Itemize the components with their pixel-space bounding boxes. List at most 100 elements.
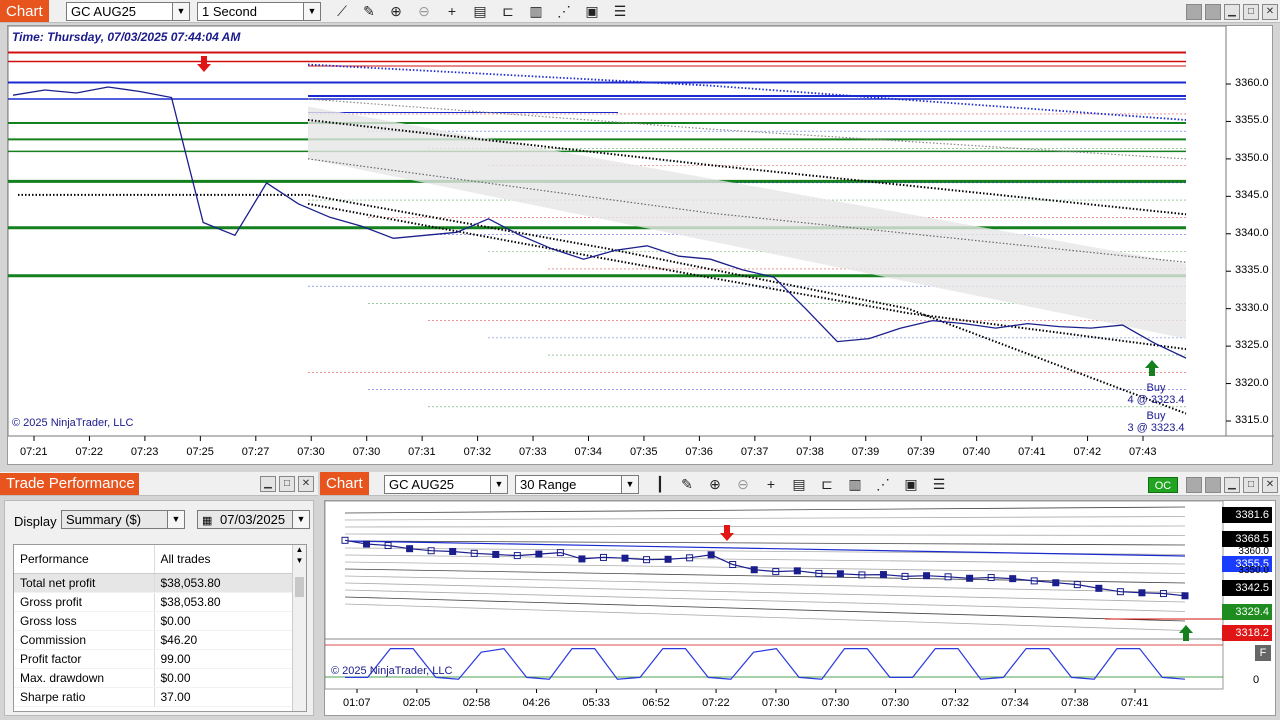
chart-timestamp: Time: Thursday, 07/03/2025 07:44:04 AM — [12, 30, 241, 44]
group-icon[interactable] — [1205, 4, 1221, 20]
buy-annotation-2-label: Buy — [1146, 410, 1166, 422]
main-interval-select[interactable]: 1 Second ▼ — [197, 2, 321, 21]
zoom-out-icon[interactable]: ⊖ — [414, 1, 434, 21]
x-axis-tick-label: 01:07 — [343, 697, 371, 709]
table-row[interactable]: Max. drawdown $0.00 — [14, 668, 292, 688]
maximize-icon[interactable]: □ — [279, 476, 295, 492]
strategies-icon[interactable]: ⋰ — [554, 1, 574, 21]
minimize-icon[interactable]: ▁ — [1224, 4, 1240, 20]
trade-performance-tab[interactable]: Trade Performance — [0, 473, 139, 495]
crosshair-icon[interactable]: + — [442, 1, 462, 21]
second-copyright: © 2025 NinjaTrader, LLC — [331, 665, 453, 677]
bar-type-icon[interactable]: ⊏ — [817, 474, 837, 494]
table-row[interactable]: Gross profit $38,053.80 — [14, 592, 292, 612]
x-axis-tick-label: 02:05 — [402, 697, 431, 709]
second-chart-canvas[interactable] — [325, 501, 1277, 717]
zoom-in-icon[interactable]: ⊕ — [705, 474, 725, 494]
strategies-icon[interactable]: ⋰ — [873, 474, 893, 494]
bar-chart-icon[interactable]: ┃ — [650, 474, 670, 494]
column-header[interactable]: Performance — [14, 545, 155, 574]
oscillator-line — [345, 647, 1186, 680]
performance-table-container: Performance All trades Total net profit $… — [13, 544, 307, 712]
main-chart-canvas[interactable] — [8, 26, 1274, 466]
close-icon[interactable]: ✕ — [1262, 4, 1278, 20]
templates-icon[interactable]: ▣ — [582, 1, 602, 21]
x-axis-tick-label: 07:27 — [241, 446, 270, 458]
crosshair-icon[interactable]: + — [761, 474, 781, 494]
minimize-icon[interactable]: ▁ — [260, 476, 276, 492]
maximize-icon[interactable]: □ — [1243, 4, 1259, 20]
main-instrument-value: GC AUG25 — [71, 4, 137, 19]
y-axis-tick-label: 3340.0 — [1235, 226, 1269, 239]
table-row[interactable]: Commission $46.20 — [14, 630, 292, 650]
display-select[interactable]: Summary ($) ▼ — [61, 510, 185, 529]
main-copyright: © 2025 NinjaTrader, LLC — [12, 417, 134, 429]
main-chart-tab[interactable]: Chart — [0, 0, 49, 22]
tile-icon[interactable] — [1186, 4, 1202, 20]
date-picker[interactable]: ▦ 07/03/2025 ▼ — [197, 510, 310, 529]
main-instrument-select[interactable]: GC AUG25 ▼ — [66, 2, 190, 21]
x-axis-tick-label: 02:58 — [462, 697, 491, 709]
second-instrument-select[interactable]: GC AUG25 ▼ — [384, 475, 508, 494]
close-icon[interactable]: ✕ — [298, 476, 314, 492]
metric-value: $38,053.80 — [154, 592, 292, 612]
table-row[interactable]: Gross loss $0.00 — [14, 611, 292, 631]
scroll-thumb[interactable] — [295, 577, 304, 597]
channel-line — [344, 561, 1186, 574]
sell-arrow-icon — [720, 525, 734, 541]
price-badge: 3350.0 — [1238, 564, 1269, 576]
x-axis-tick-label: 07:30 — [821, 697, 850, 709]
y-axis-tick-label: 3315.0 — [1235, 414, 1269, 426]
tile-icon[interactable] — [1186, 477, 1202, 493]
indicators-icon[interactable]: ▥ — [845, 474, 865, 494]
second-interval-select[interactable]: 30 Range ▼ — [515, 475, 639, 494]
bar-type-icon[interactable]: ⊏ — [498, 1, 518, 21]
main-chart-toolbar: Chart — [0, 0, 1280, 23]
data-box-icon[interactable]: ▤ — [789, 474, 809, 494]
price-badge: 3342.5 — [1222, 579, 1272, 596]
metric-value: 99.00 — [154, 649, 292, 669]
table-row[interactable]: Sharpe ratio 37.00 — [14, 687, 292, 707]
group-icon[interactable] — [1205, 477, 1221, 493]
metric-value: $38,053.80 — [154, 573, 292, 593]
scroll-up-icon[interactable]: ▲ — [293, 545, 306, 554]
x-axis-tick-label: 07:32 — [941, 697, 969, 709]
close-icon[interactable]: ✕ — [1262, 477, 1278, 493]
chevron-down-icon: ▼ — [172, 3, 189, 20]
data-box-icon[interactable]: ▤ — [470, 1, 490, 21]
second-chart-tab[interactable]: Chart — [320, 472, 369, 495]
metric-name: Total net profit — [14, 573, 155, 593]
templates-icon[interactable]: ▣ — [901, 474, 921, 494]
table-scrollbar[interactable]: ▲ ▼ — [292, 545, 306, 711]
metric-name: Gross loss — [14, 611, 155, 631]
indicators-icon[interactable]: ▥ — [526, 1, 546, 21]
y-axis-tick-label: 3325.0 — [1235, 339, 1269, 352]
scroll-down-icon[interactable]: ▼ — [293, 556, 306, 565]
x-axis-tick-label: 07:32 — [463, 446, 492, 458]
value-area-band — [308, 106, 1186, 339]
table-header-row: Performance All trades — [14, 545, 292, 574]
price-badge: 3381.6 — [1222, 507, 1272, 523]
f-button[interactable]: F — [1255, 645, 1271, 661]
date-value: 07/03/2025 — [220, 512, 286, 527]
main-chart-panel[interactable]: Time: Thursday, 07/03/2025 07:44:04 AM ©… — [7, 25, 1274, 466]
zoom-in-icon[interactable]: ⊕ — [386, 1, 406, 21]
menu-icon[interactable]: ☰ — [610, 1, 630, 21]
line-chart-icon[interactable]: ⟋ — [332, 1, 352, 21]
maximize-icon[interactable]: □ — [1243, 477, 1259, 493]
pencil-icon[interactable]: ✎ — [677, 474, 697, 494]
pencil-icon[interactable]: ✎ — [359, 1, 379, 21]
table-row[interactable]: Profit factor 99.00 — [14, 649, 292, 669]
channel-line — [344, 516, 1186, 521]
minimize-icon[interactable]: ▁ — [1224, 477, 1240, 493]
column-header[interactable]: All trades — [154, 545, 292, 574]
oc-button[interactable]: OC — [1148, 477, 1178, 493]
x-axis-tick-label: 07:35 — [629, 446, 658, 458]
table-row[interactable]: Total net profit $38,053.80 — [14, 573, 292, 593]
menu-icon[interactable]: ☰ — [929, 474, 949, 494]
zoom-out-icon[interactable]: ⊖ — [733, 474, 753, 494]
metric-value: $46.20 — [154, 630, 292, 650]
metric-value: $0.00 — [154, 611, 292, 631]
second-chart-panel[interactable]: 3381.6 3368.5 3360.0 3355.5 3350.0 3342.5 3329… — [324, 500, 1276, 716]
buy-arrow-icon — [1145, 360, 1159, 376]
